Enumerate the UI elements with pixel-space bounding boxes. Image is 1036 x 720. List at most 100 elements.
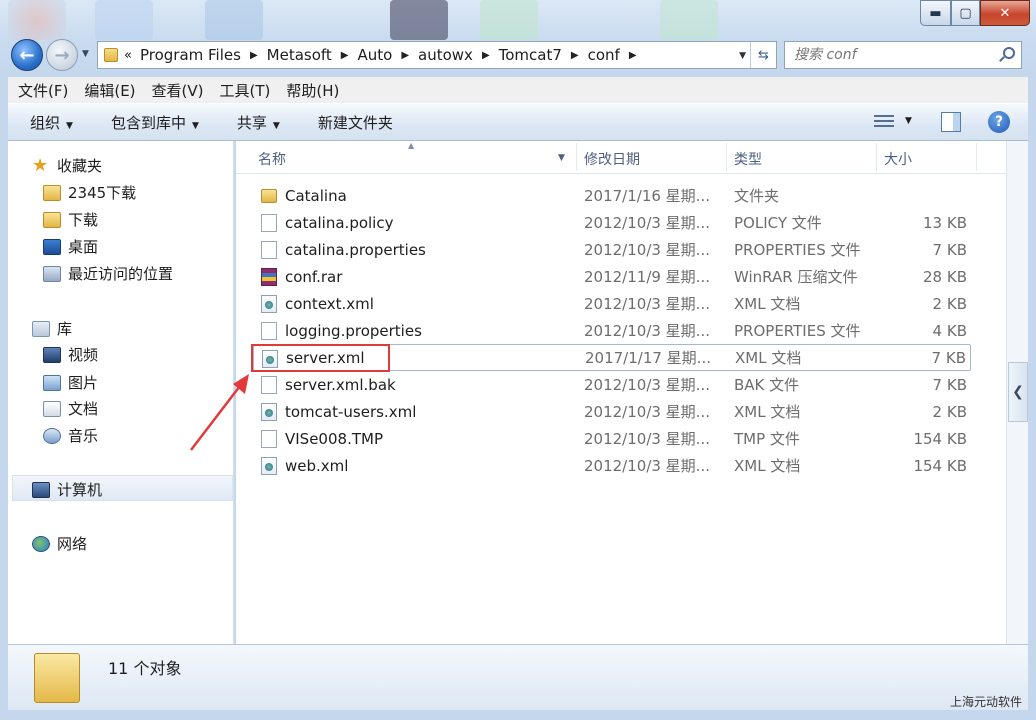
column-divider[interactable]	[976, 143, 977, 171]
music-icon	[43, 427, 61, 444]
nav-item-2345-downloads[interactable]: 2345下载	[43, 182, 136, 203]
file-list: ▲ 名称 ▼ 修改日期 类型 大小 Catalina 2017/1/16 星期.…	[236, 141, 1006, 644]
menu-edit[interactable]: 编辑(E)	[84, 80, 135, 101]
watermark: 上海元动软件	[949, 695, 1022, 709]
column-filter-dropdown[interactable]: ▼	[558, 153, 565, 163]
recent-pages-dropdown[interactable]: ▼	[82, 49, 89, 59]
breadcrumb-overflow[interactable]: «	[124, 48, 132, 63]
nav-favorites[interactable]: ★ 收藏夹	[32, 155, 102, 176]
breadcrumb-item[interactable]: Tomcat7	[499, 46, 562, 64]
organize-button[interactable]: 组织 ▼	[30, 112, 73, 133]
column-divider[interactable]	[576, 143, 577, 171]
nav-item-videos[interactable]: 视频	[43, 344, 98, 365]
file-row-vise008-tmp[interactable]: VISe008.TMP 2012/10/3 星期... TMP 文件 154 K…	[253, 425, 971, 452]
nav-item-pictures[interactable]: 图片	[43, 372, 98, 393]
column-divider[interactable]	[876, 143, 877, 171]
minimize-button[interactable]: ▬	[920, 0, 951, 26]
share-button[interactable]: 共享 ▼	[237, 112, 280, 133]
file-row-conf-rar[interactable]: conf.rar 2012/11/9 星期... WinRAR 压缩文件 28 …	[253, 263, 971, 290]
nav-label: 收藏夹	[57, 157, 103, 175]
new-folder-button[interactable]: 新建文件夹	[318, 112, 393, 133]
help-icon[interactable]: ?	[988, 111, 1010, 133]
breadcrumb-item[interactable]: Metasoft	[267, 46, 332, 64]
menu-tools[interactable]: 工具(T)	[220, 80, 271, 101]
documents-icon	[43, 400, 61, 417]
xml-icon	[261, 403, 277, 421]
forward-button[interactable]: →	[46, 39, 78, 71]
chevron-right-icon[interactable]: ▶	[629, 50, 637, 61]
chevron-right-icon[interactable]: ▶	[401, 50, 409, 61]
breadcrumb-item[interactable]: Program Files	[140, 46, 241, 64]
address-bar[interactable]: « Program Files ▶ Metasoft ▶ Auto ▶ autowx ▶…	[97, 41, 777, 69]
chevron-right-icon[interactable]: ▶	[571, 50, 579, 61]
column-divider[interactable]	[726, 143, 727, 171]
nav-label: 文档	[68, 400, 99, 418]
breadcrumb-item[interactable]: Auto	[358, 46, 393, 64]
file-type: POLICY 文件	[734, 214, 822, 232]
desktop-icon	[43, 238, 61, 255]
file-date: 2012/10/3 星期...	[584, 457, 710, 475]
file-size: 4 KB	[932, 321, 967, 340]
menu-view[interactable]: 查看(V)	[152, 80, 204, 101]
chevron-right-icon[interactable]: ▶	[482, 50, 490, 61]
file-row-web-xml[interactable]: web.xml 2012/10/3 星期... XML 文档 154 KB	[253, 452, 971, 479]
folder-icon	[104, 48, 118, 62]
search-input[interactable]	[794, 47, 994, 63]
file-type: XML 文档	[735, 349, 802, 367]
maximize-button[interactable]: ▢	[951, 0, 980, 26]
view-options-icon[interactable]	[874, 112, 894, 130]
file-type: PROPERTIES 文件	[734, 241, 861, 259]
chevron-right-icon[interactable]: ▶	[250, 50, 258, 61]
nav-libraries[interactable]: 库	[32, 318, 72, 339]
nav-item-recent-places[interactable]: 最近访问的位置	[43, 263, 173, 284]
breadcrumb-item[interactable]: conf	[588, 46, 620, 64]
close-button[interactable]: ✕	[980, 0, 1030, 26]
menu-help[interactable]: 帮助(H)	[286, 80, 339, 101]
file-name: catalina.policy	[285, 213, 394, 232]
search-icon[interactable]	[1003, 47, 1015, 59]
chevron-down-icon: ▼	[191, 120, 199, 131]
menu-file[interactable]: 文件(F)	[18, 80, 68, 101]
collapse-pane-button[interactable]: ❮	[1008, 362, 1028, 422]
column-size[interactable]: 大小	[884, 149, 912, 169]
back-button[interactable]: ←	[11, 39, 43, 71]
nav-item-downloads[interactable]: 下载	[43, 209, 98, 230]
file-row-catalina[interactable]: Catalina 2017/1/16 星期... 文件夹	[253, 182, 971, 209]
file-row-logging-properties[interactable]: logging.properties 2012/10/3 星期... PROPE…	[253, 317, 971, 344]
file-name: Catalina	[285, 186, 347, 205]
command-bar: 组织 ▼ 包含到库中 ▼ 共享 ▼ 新建文件夹 ▼ ?	[8, 103, 1028, 141]
background-thumbnail	[8, 0, 66, 40]
breadcrumb-item[interactable]: autowx	[418, 46, 473, 64]
file-date: 2017/1/17 星期...	[585, 349, 711, 367]
nav-computer[interactable]: 计算机	[32, 479, 102, 500]
refresh-icon[interactable]: ⇆	[750, 42, 776, 68]
nav-item-documents[interactable]: 文档	[43, 398, 98, 419]
folder-icon	[261, 189, 277, 203]
file-row-context-xml[interactable]: context.xml 2012/10/3 星期... XML 文档 2 KB	[253, 290, 971, 317]
include-library-button[interactable]: 包含到库中 ▼	[111, 112, 199, 133]
file-row-tomcat-users-xml[interactable]: tomcat-users.xml 2012/10/3 星期... XML 文档 …	[253, 398, 971, 425]
nav-network[interactable]: 网络	[32, 533, 87, 554]
column-type[interactable]: 类型	[734, 149, 762, 169]
preview-pane-icon[interactable]	[941, 112, 961, 132]
nav-item-desktop[interactable]: 桌面	[43, 236, 98, 257]
file-row-server-xml-bak[interactable]: server.xml.bak 2012/10/3 星期... BAK 文件 7 …	[253, 371, 971, 398]
file-name: context.xml	[285, 294, 374, 313]
file-name: server.xml.bak	[285, 375, 396, 394]
file-row-catalina-properties[interactable]: catalina.properties 2012/10/3 星期... PROP…	[253, 236, 971, 263]
file-size: 7 KB	[932, 375, 967, 394]
file-type: XML 文档	[734, 295, 801, 313]
nav-label: 视频	[68, 346, 99, 364]
pictures-icon	[43, 374, 61, 391]
address-history-dropdown[interactable]: ▼	[739, 51, 746, 61]
file-size: 7 KB	[931, 348, 966, 367]
nav-item-music[interactable]: 音乐	[43, 425, 98, 446]
videos-icon	[43, 346, 61, 363]
file-row-catalina-policy[interactable]: catalina.policy 2012/10/3 星期... POLICY 文…	[253, 209, 971, 236]
column-name[interactable]: 名称	[258, 149, 286, 169]
view-dropdown[interactable]: ▼	[905, 116, 912, 126]
search-box[interactable]	[784, 41, 1022, 69]
chevron-right-icon[interactable]: ▶	[341, 50, 349, 61]
column-modified[interactable]: 修改日期	[584, 149, 640, 169]
background-thumbnail	[390, 0, 448, 40]
